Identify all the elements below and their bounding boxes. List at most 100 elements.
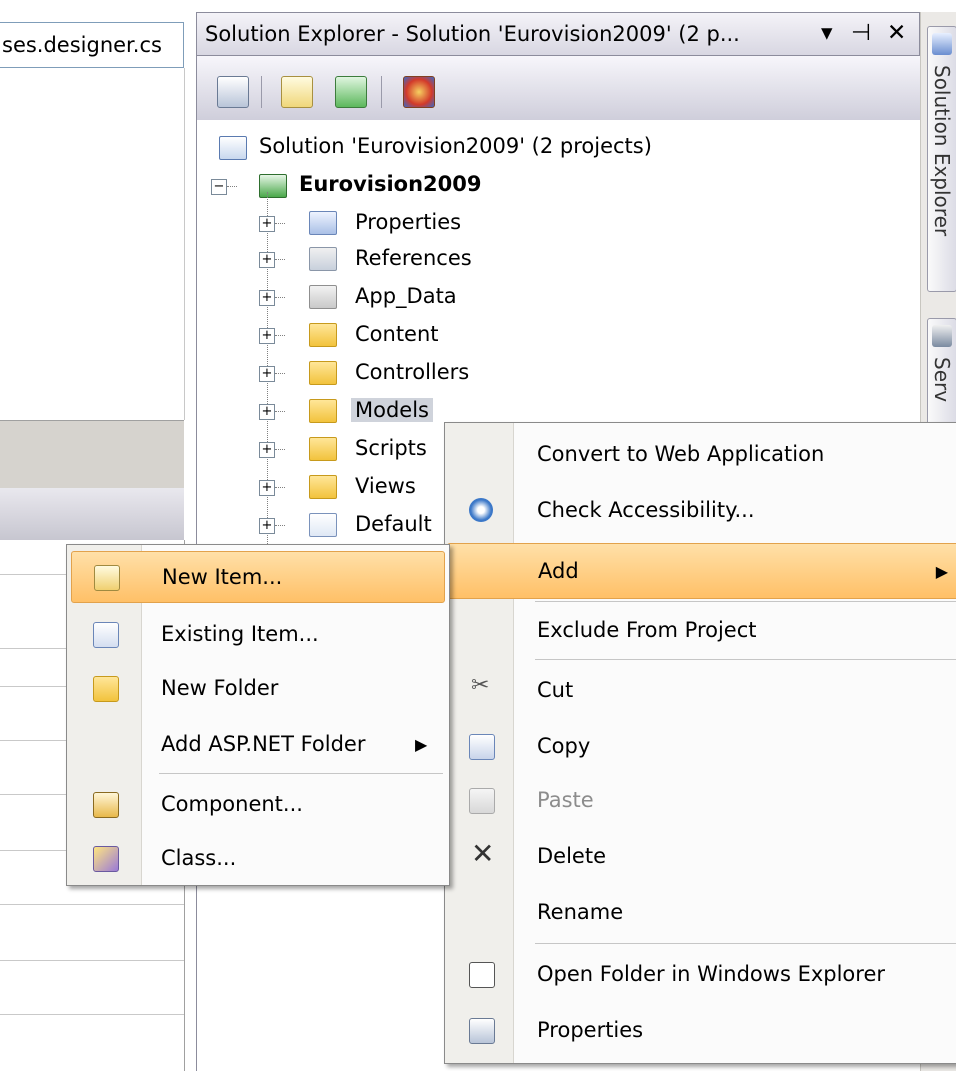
collapse-toggle-icon[interactable]: − xyxy=(211,179,227,195)
expand-toggle-icon[interactable]: + xyxy=(259,442,275,458)
tree-item-default[interactable]: + Default xyxy=(259,506,449,542)
editor-body[interactable] xyxy=(0,68,185,420)
menu-item-label: Properties xyxy=(537,1018,644,1042)
tree-connector xyxy=(275,487,285,489)
tree-item-properties[interactable]: + Properties xyxy=(259,204,519,240)
paste-icon xyxy=(469,788,495,814)
delete-icon: ✕ xyxy=(471,837,495,870)
menu-item-add[interactable]: Add ▶ xyxy=(447,543,956,599)
tree-item-views[interactable]: + Views xyxy=(259,468,449,504)
menu-item-check-accessibility[interactable]: Check Accessibility... xyxy=(445,483,956,539)
submenu-item-new-folder[interactable]: New Folder xyxy=(67,661,449,717)
menu-item-convert-to-web-application[interactable]: Convert to Web Application xyxy=(445,427,956,483)
submenu-arrow-icon: ▶ xyxy=(415,735,428,754)
cut-icon: ✂ xyxy=(471,673,490,698)
accessibility-check-icon xyxy=(469,498,493,522)
list-row-divider xyxy=(0,960,184,961)
tree-connector xyxy=(275,373,285,375)
project-node[interactable]: − Eurovision2009 xyxy=(211,166,611,202)
menu-separator xyxy=(535,943,956,944)
close-icon[interactable]: ✕ xyxy=(887,20,906,46)
menu-item-label: Component... xyxy=(161,792,303,816)
show-all-files-icon[interactable] xyxy=(281,76,313,108)
solution-explorer-icon xyxy=(932,33,952,55)
list-row-divider xyxy=(0,1014,184,1015)
menu-item-label: Add xyxy=(538,559,579,583)
refresh-icon[interactable] xyxy=(335,76,367,108)
submenu-item-existing-item[interactable]: Existing Item... xyxy=(67,607,449,663)
class-diagram-icon[interactable] xyxy=(403,76,435,108)
editor-splitter-area xyxy=(0,420,184,489)
menu-item-label: Convert to Web Application xyxy=(537,442,825,466)
tree-item-app-data[interactable]: + App_Data xyxy=(259,278,519,314)
toolbar-separator xyxy=(381,76,382,108)
solution-explorer-side-tab[interactable]: Solution Explorer xyxy=(927,26,956,292)
menu-item-open-folder-in-windows-explorer[interactable]: Open Folder in Windows Explorer xyxy=(445,947,956,1003)
menu-item-label: Add ASP.NET Folder xyxy=(161,732,366,756)
submenu-arrow-icon: ▶ xyxy=(935,562,948,581)
editor-document-tab[interactable]: ses.designer.cs xyxy=(0,22,184,68)
expand-toggle-icon[interactable]: + xyxy=(259,518,275,534)
tree-item-label: Properties xyxy=(355,210,462,234)
menu-item-rename[interactable]: Rename xyxy=(445,885,956,941)
tree-item-scripts[interactable]: + Scripts xyxy=(259,430,449,466)
properties-folder-icon xyxy=(309,211,337,235)
menu-item-label: New Folder xyxy=(161,676,279,700)
solution-node[interactable]: Solution 'Eurovision2009' (2 projects) xyxy=(219,128,719,164)
tree-item-label: References xyxy=(355,246,472,270)
component-icon xyxy=(93,792,119,818)
submenu-item-add-asp-net-folder[interactable]: Add ASP.NET Folder ▶ xyxy=(67,717,449,773)
window-position-dropdown-icon[interactable]: ▾ xyxy=(821,20,833,46)
tree-item-content[interactable]: + Content xyxy=(259,316,519,352)
tree-item-controllers[interactable]: + Controllers xyxy=(259,354,519,390)
tree-connector xyxy=(275,449,285,451)
expand-toggle-icon[interactable]: + xyxy=(259,252,275,268)
menu-separator xyxy=(535,659,956,660)
expand-toggle-icon[interactable]: + xyxy=(259,480,275,496)
solution-explorer-title-bar[interactable]: Solution Explorer - Solution 'Eurovision… xyxy=(196,12,920,56)
add-submenu: New Item... Existing Item... New Folder … xyxy=(66,544,450,886)
menu-item-exclude-from-project[interactable]: Exclude From Project xyxy=(445,603,956,659)
solution-explorer-title: Solution Explorer - Solution 'Eurovision… xyxy=(205,22,740,46)
new-folder-icon xyxy=(93,676,119,702)
menu-item-paste[interactable]: Paste xyxy=(445,773,956,829)
menu-item-delete[interactable]: ✕ Delete xyxy=(445,829,956,885)
menu-item-label: Existing Item... xyxy=(161,622,319,646)
menu-item-cut[interactable]: ✂ Cut xyxy=(445,663,956,719)
tree-item-label: Views xyxy=(355,474,416,498)
tree-connector xyxy=(275,335,285,337)
properties-icon[interactable] xyxy=(217,76,249,108)
solution-icon xyxy=(219,136,247,160)
tree-item-label: App_Data xyxy=(355,284,457,308)
toolbar-separator xyxy=(261,76,262,108)
expand-toggle-icon[interactable]: + xyxy=(259,404,275,420)
tree-item-references[interactable]: + References xyxy=(259,240,519,276)
tree-item-label: Content xyxy=(355,322,439,346)
class-icon xyxy=(93,846,119,872)
expand-toggle-icon[interactable]: + xyxy=(259,366,275,382)
project-label: Eurovision2009 xyxy=(299,172,482,196)
submenu-item-new-item[interactable]: New Item... xyxy=(71,551,445,603)
new-item-icon xyxy=(94,565,120,591)
tree-connector xyxy=(275,259,285,261)
editor-tab-strip xyxy=(0,0,196,22)
menu-item-label: Paste xyxy=(537,788,594,812)
expand-toggle-icon[interactable]: + xyxy=(259,328,275,344)
expand-toggle-icon[interactable]: + xyxy=(259,290,275,306)
solution-label: Solution 'Eurovision2009' (2 projects) xyxy=(259,134,652,158)
side-tab-label: Solution Explorer xyxy=(930,65,954,237)
submenu-item-class[interactable]: Class... xyxy=(67,831,449,887)
menu-separator xyxy=(535,601,956,602)
side-tab-label: Serv xyxy=(930,357,954,403)
app-data-folder-icon xyxy=(309,285,337,309)
folder-icon xyxy=(309,323,337,347)
auto-hide-pin-icon[interactable]: ⊣ xyxy=(851,20,871,46)
menu-item-label: New Item... xyxy=(162,565,283,589)
submenu-item-component[interactable]: Component... xyxy=(67,777,449,833)
expand-toggle-icon[interactable]: + xyxy=(259,216,275,232)
menu-item-label: Rename xyxy=(537,900,624,924)
menu-item-copy[interactable]: Copy xyxy=(445,719,956,775)
tree-item-label: Models xyxy=(351,398,433,422)
menu-item-properties[interactable]: Properties xyxy=(445,1003,956,1059)
tree-connector xyxy=(275,223,285,225)
